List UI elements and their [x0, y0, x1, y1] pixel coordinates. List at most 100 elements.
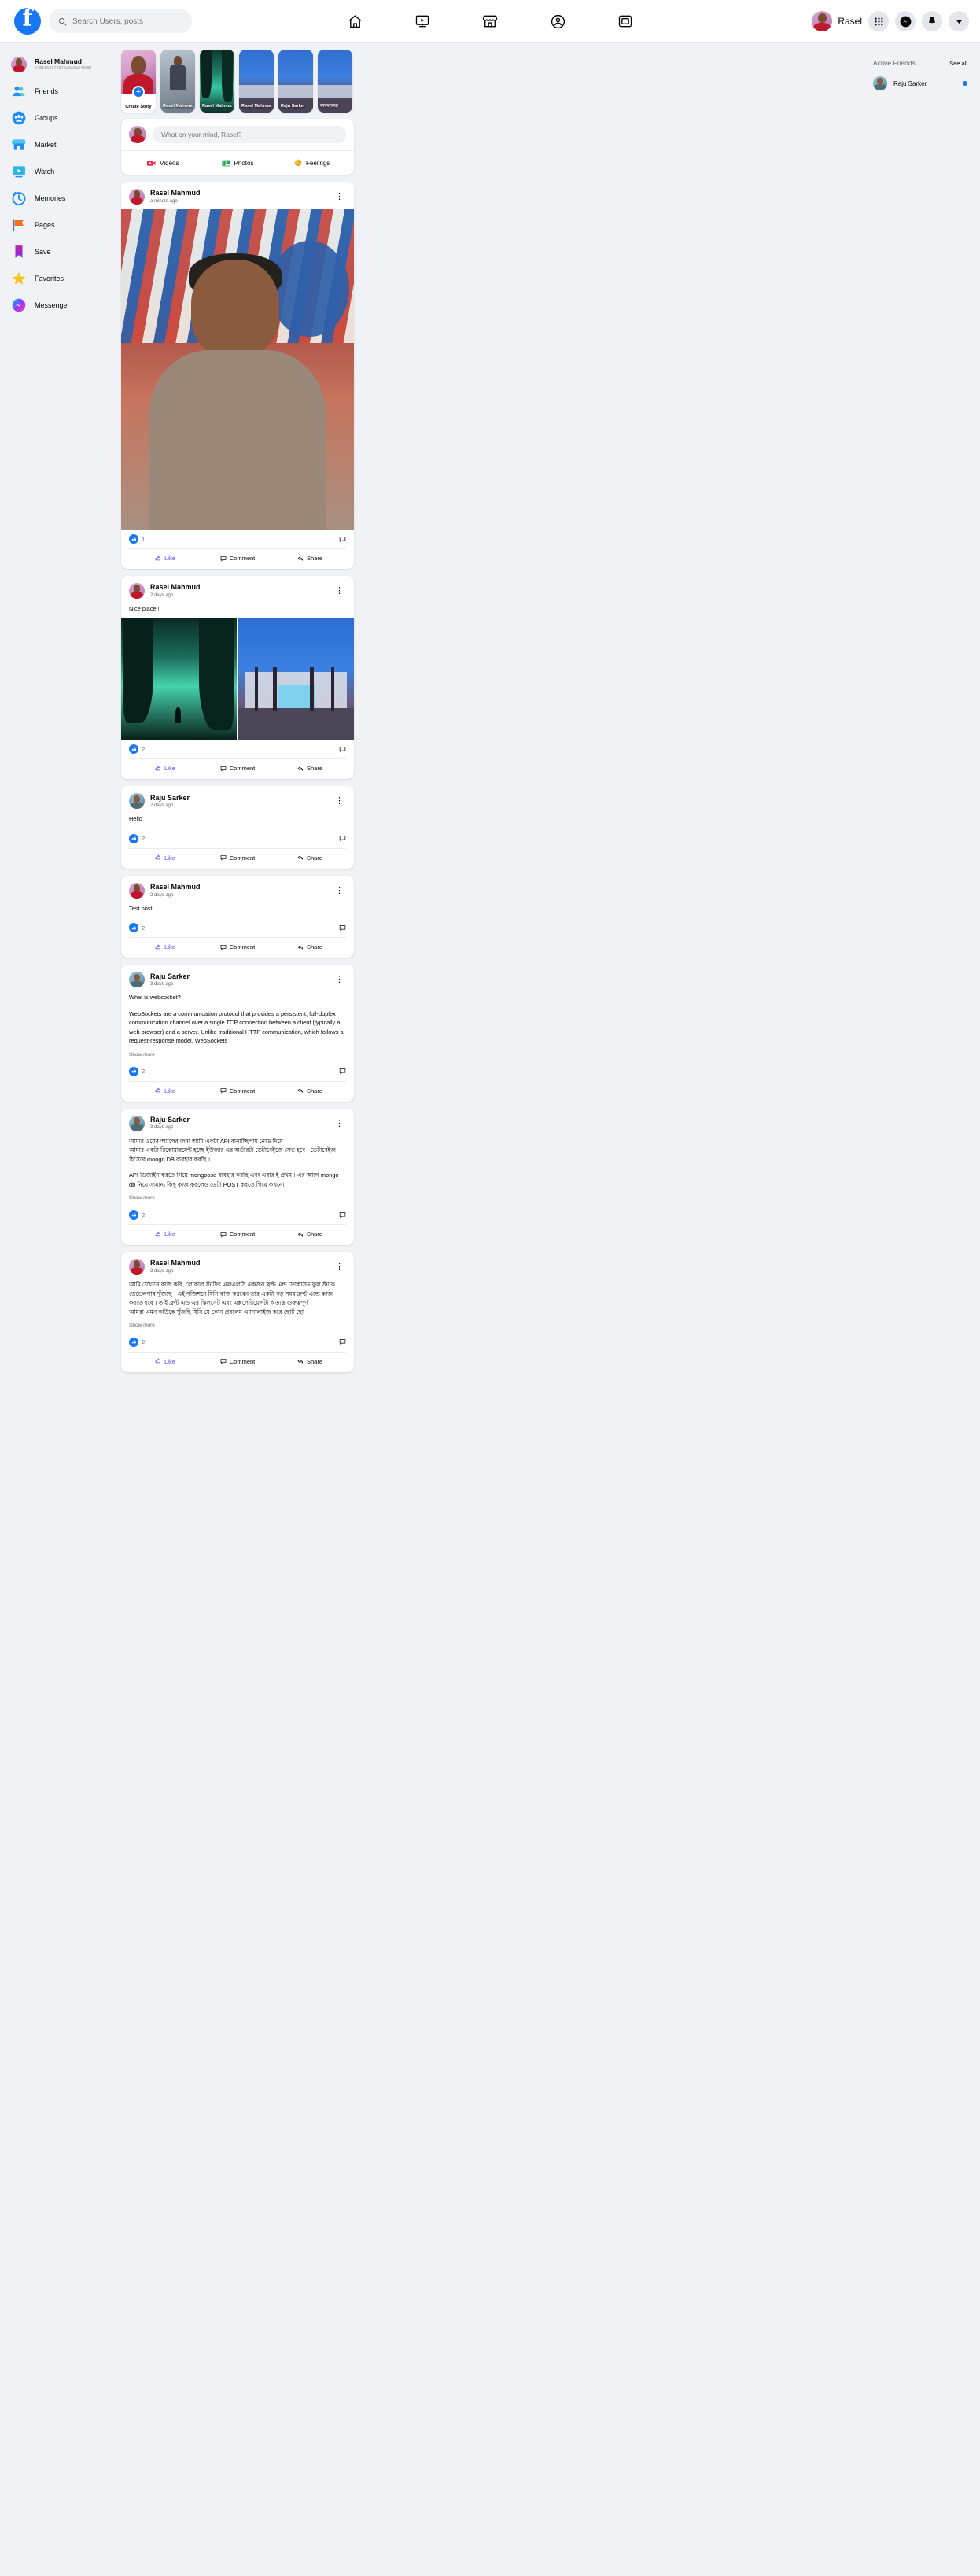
composer-actions: Videos Photos Feelings [121, 150, 354, 175]
post-author[interactable]: Raju Sarker [150, 972, 190, 981]
share-button[interactable]: Share [274, 1228, 346, 1240]
avatar[interactable] [129, 793, 145, 810]
like-button[interactable]: Like [129, 762, 201, 774]
avatar[interactable] [129, 882, 145, 899]
post-image-group[interactable] [121, 618, 354, 740]
post-author[interactable]: Rasel Mahmud [150, 583, 201, 592]
story-card[interactable]: Raju Sarker [278, 50, 313, 113]
avatar[interactable] [129, 1115, 145, 1131]
header-profile-link[interactable]: Rasel [812, 11, 862, 31]
sidebar-item-pages[interactable]: Pages [8, 212, 118, 238]
search-box[interactable] [49, 9, 192, 33]
post-author[interactable]: Rasel Mahmud [150, 1259, 201, 1268]
composer-input[interactable] [153, 126, 346, 143]
story-card[interactable]: Rasel Mahmud [239, 50, 274, 113]
like-button[interactable]: Like [129, 1085, 201, 1097]
post-options-icon[interactable]: ⋮ [333, 1119, 346, 1127]
story-card[interactable]: করিম মিয়া [318, 50, 352, 113]
show-more-button[interactable]: Show more [121, 1194, 354, 1205]
comment-bubble-icon[interactable] [339, 924, 346, 932]
comment-button[interactable]: Comment [201, 762, 274, 774]
search-input[interactable] [72, 17, 182, 26]
create-story-label: Create Story [125, 105, 152, 109]
show-more-button[interactable]: Show more [121, 1051, 354, 1062]
create-story-card[interactable]: + Create Story [121, 50, 156, 113]
chevron-down-icon[interactable] [949, 11, 969, 31]
comment-button[interactable]: Comment [201, 1356, 274, 1367]
comment-button[interactable]: Comment [201, 1228, 274, 1240]
share-button[interactable]: Share [274, 1356, 346, 1367]
messenger-icon [11, 297, 27, 313]
post-options-icon[interactable]: ⋮ [333, 886, 346, 895]
avatar[interactable] [129, 583, 145, 599]
groups-icon[interactable] [547, 11, 568, 31]
messenger-icon[interactable] [895, 11, 916, 31]
gaming-icon[interactable] [615, 11, 636, 31]
composer-videos-button[interactable]: Videos [126, 155, 201, 171]
sidebar-item-watch[interactable]: Watch [8, 158, 118, 185]
like-button[interactable]: Like [129, 941, 201, 953]
sidebar-item-save[interactable]: Save [8, 238, 118, 265]
post-image[interactable] [121, 618, 237, 740]
facebook-logo-icon[interactable] [14, 5, 41, 35]
composer-photos-button[interactable]: Photos [201, 155, 275, 171]
post-options-icon[interactable]: ⋮ [333, 587, 346, 596]
post-text-paragraph: আমি যেখানে কাজ করি, লোকাল স্টাফিং এলএলসি… [129, 1281, 335, 1316]
show-more-button[interactable]: Show more [121, 1322, 354, 1333]
post-options-icon[interactable]: ⋮ [333, 1263, 346, 1271]
avatar[interactable] [129, 972, 145, 988]
grid-icon[interactable] [868, 11, 889, 31]
share-button[interactable]: Share [274, 941, 346, 953]
comment-label: Comment [229, 555, 256, 562]
avatar[interactable] [129, 189, 145, 205]
home-icon[interactable] [344, 11, 365, 31]
sidebar-item-groups[interactable]: Groups [8, 105, 118, 131]
comment-bubble-icon[interactable] [339, 746, 346, 753]
post-image[interactable] [121, 209, 354, 530]
comment-bubble-icon[interactable] [339, 1212, 346, 1219]
active-friend-item[interactable]: Raju Sarker [870, 73, 971, 94]
like-button[interactable]: Like [129, 552, 201, 564]
like-button[interactable]: Like [129, 1228, 201, 1240]
comment-button[interactable]: Comment [201, 852, 274, 864]
bell-icon[interactable] [922, 11, 942, 31]
like-button[interactable]: Like [129, 852, 201, 864]
share-button[interactable]: Share [274, 852, 346, 864]
post-options-icon[interactable]: ⋮ [333, 976, 346, 984]
post-text-paragraph: API ডিজাইন করতে গিয়ে mongoose ব্যবহার ক… [129, 1172, 339, 1188]
comment-button[interactable]: Comment [201, 1085, 274, 1097]
post-author[interactable]: Raju Sarker [150, 1116, 190, 1124]
sidebar-profile[interactable]: Rasel Mahmud 6481855672670e3e3a64665f [8, 51, 118, 78]
post-author[interactable]: Raju Sarker [150, 794, 190, 803]
post-author[interactable]: Rasel Mahmud [150, 189, 201, 197]
comment-bubble-icon[interactable] [339, 1068, 346, 1075]
share-button[interactable]: Share [274, 1085, 346, 1097]
share-label: Share [306, 943, 322, 951]
post-image[interactable] [238, 618, 354, 740]
store-icon[interactable] [480, 11, 500, 31]
comment-bubble-icon[interactable] [339, 1338, 346, 1345]
sidebar-item-favorites[interactable]: Favorites [8, 265, 118, 292]
sidebar-item-messenger[interactable]: Messenger [8, 292, 118, 319]
story-card[interactable]: Rasel Mahmud [160, 50, 195, 113]
composer-feelings-button[interactable]: Feelings [274, 155, 349, 171]
comment-bubble-icon[interactable] [339, 536, 346, 543]
post-options-icon[interactable]: ⋮ [333, 797, 346, 806]
active-friends-title: Active Friends [873, 59, 916, 67]
sidebar-item-friends[interactable]: Friends [8, 78, 118, 105]
post-author[interactable]: Rasel Mahmud [150, 883, 201, 891]
share-button[interactable]: Share [274, 762, 346, 774]
see-all-button[interactable]: See all [949, 60, 967, 67]
like-button[interactable]: Like [129, 1356, 201, 1367]
story-author: Rasel Mahmud [202, 104, 232, 109]
sidebar-item-memories[interactable]: Memories [8, 185, 118, 212]
post-options-icon[interactable]: ⋮ [333, 193, 346, 201]
avatar[interactable] [129, 1259, 145, 1275]
share-button[interactable]: Share [274, 552, 346, 564]
comment-button[interactable]: Comment [201, 941, 274, 953]
comment-button[interactable]: Comment [201, 552, 274, 564]
story-card[interactable]: Rasel Mahmud [200, 50, 234, 113]
comment-bubble-icon[interactable] [339, 835, 346, 842]
sidebar-item-market[interactable]: Market [8, 131, 118, 158]
video-play-icon[interactable] [412, 11, 433, 31]
